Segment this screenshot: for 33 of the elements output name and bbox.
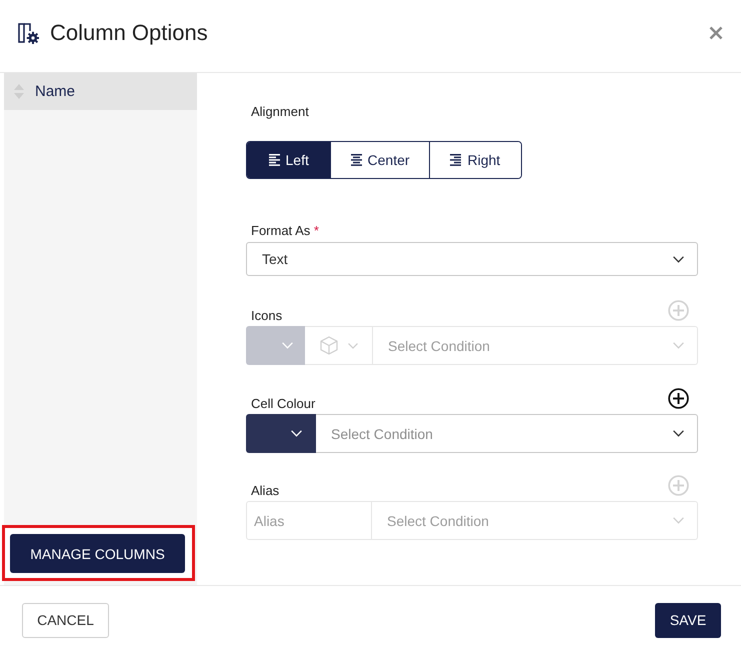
field-label: Cell Colour	[251, 396, 316, 412]
close-button[interactable]	[709, 26, 723, 40]
chevron-down-icon	[348, 342, 358, 348]
colour-picker[interactable]	[246, 414, 316, 453]
chevron-down-icon	[282, 342, 293, 349]
cube-icon	[320, 336, 338, 355]
chevron-down-icon	[673, 256, 684, 262]
field-label: Alias	[251, 483, 280, 499]
align-right-icon	[450, 154, 462, 166]
column-name: Name	[35, 83, 76, 100]
add-circle-icon	[668, 388, 689, 409]
manage-columns-button[interactable]: MANAGE COLUMNS	[10, 534, 185, 573]
format-select[interactable]: Text	[246, 242, 698, 276]
field-label: Icons	[251, 308, 282, 324]
cancel-button[interactable]: CANCEL	[22, 602, 109, 638]
add-rule-button[interactable]	[668, 388, 689, 409]
add-circle-icon	[668, 475, 689, 496]
align-left-icon	[268, 154, 280, 166]
field-label: Format As *	[251, 223, 319, 239]
align-center-icon	[350, 154, 362, 166]
field-label: Alignment	[251, 104, 310, 120]
alignment-option[interactable]: Left	[247, 142, 330, 178]
chevron-down-icon	[291, 430, 302, 437]
chevron-down-icon	[673, 517, 684, 524]
save-button[interactable]: SAVE	[655, 602, 721, 638]
column-settings-icon	[18, 22, 39, 44]
close-icon	[709, 26, 723, 40]
column-list-item[interactable]: Name	[4, 73, 197, 110]
alignment-option[interactable]: Right	[428, 142, 521, 178]
chevron-down-icon	[673, 342, 684, 349]
add-circle-icon	[668, 300, 689, 321]
chevron-down-icon	[673, 430, 684, 437]
dialog-title: Column Options	[50, 20, 208, 46]
